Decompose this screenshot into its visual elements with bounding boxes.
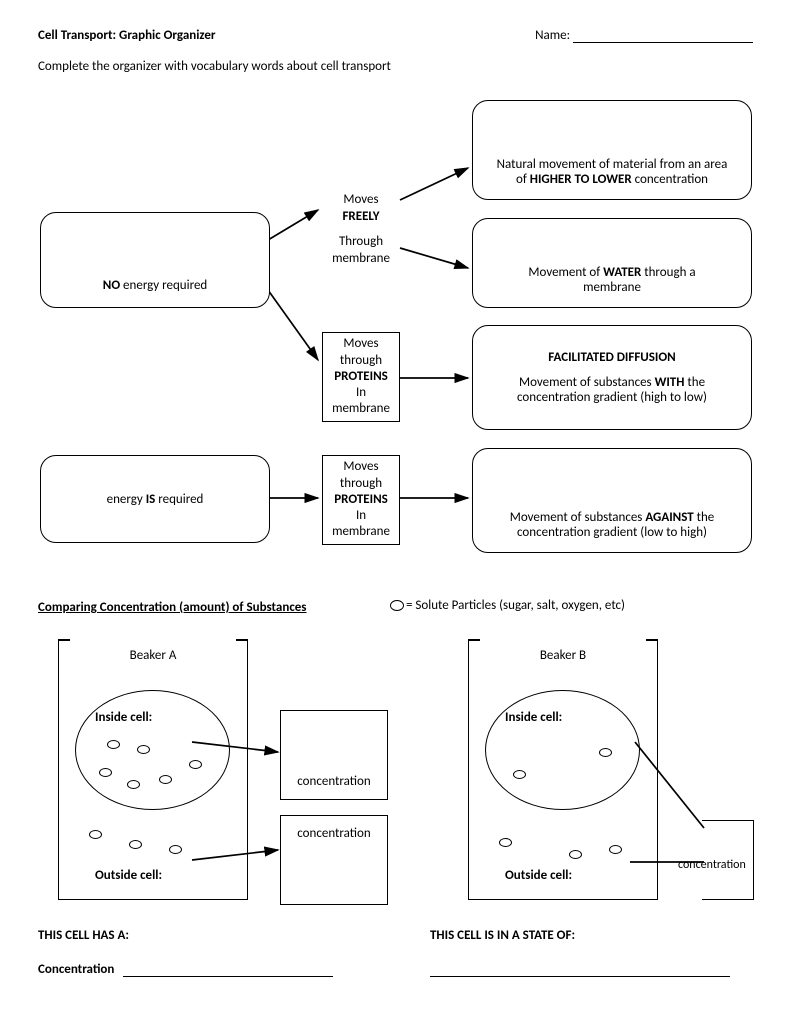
state-fill-line[interactable]	[430, 962, 730, 977]
comparing-heading: Comparing Concentration (amount) of Subs…	[38, 600, 307, 615]
page-title: Cell Transport: Graphic Organizer	[38, 28, 216, 43]
outside-cell-a-label: Outside cell:	[95, 868, 162, 883]
beaker-b-cell	[485, 690, 640, 810]
concentration-fill-line[interactable]: Concentration	[38, 962, 333, 977]
beaker-a-label: Beaker A	[59, 648, 247, 663]
beaker-b: Beaker B Inside cell: Outside cell:	[468, 640, 658, 900]
name-field: Name:	[535, 28, 753, 43]
active-transport-box: Movement of substances AGAINST the conce…	[472, 448, 752, 553]
particle-icon	[390, 600, 404, 611]
beaker-b-label: Beaker B	[469, 648, 657, 663]
through-membrane-label: Through membrane	[322, 234, 400, 268]
no-energy-box: NO energy required	[40, 212, 270, 308]
inside-cell-a-label: Inside cell:	[95, 710, 152, 725]
proteins-box-2: Moves through PROTEINS In membrane	[322, 455, 400, 545]
proteins-box-1: Moves through PROTEINS In membrane	[322, 332, 400, 422]
inside-cell-b-label: Inside cell:	[505, 710, 562, 725]
beaker-b-concentration-label: concentration	[678, 858, 746, 872]
beaker-a-inside-answer[interactable]: concentration	[280, 710, 388, 800]
legend: = Solute Particles (sugar, salt, oxygen,…	[390, 598, 625, 613]
beaker-a-cell	[75, 690, 230, 810]
osmosis-def-box: Movement of WATER through a membrane	[472, 218, 752, 308]
is-energy-text: energy IS required	[51, 492, 259, 507]
instruction-text: Complete the organizer with vocabulary w…	[38, 59, 753, 74]
cell-state-of-label: THIS CELL IS IN A STATE OF:	[430, 928, 575, 943]
header-row: Cell Transport: Graphic Organizer Name:	[38, 28, 753, 43]
diffusion-def-box: Natural movement of material from an are…	[472, 100, 752, 200]
section2-heading-row: Comparing Concentration (amount) of Subs…	[38, 600, 307, 615]
no-energy-text: NO energy required	[51, 278, 259, 293]
outside-cell-b-label: Outside cell:	[505, 868, 572, 883]
facilitated-diffusion-box: FACILITATED DIFFUSION Movement of substa…	[472, 325, 752, 430]
cell-has-a-label: THIS CELL HAS A:	[38, 928, 129, 943]
moves-freely-label: Moves FREELY	[326, 192, 396, 226]
beaker-a-outside-answer[interactable]: concentration	[280, 815, 388, 905]
beaker-a: Beaker A Inside cell: Outside cell:	[58, 640, 248, 900]
is-energy-box: energy IS required	[40, 455, 270, 543]
